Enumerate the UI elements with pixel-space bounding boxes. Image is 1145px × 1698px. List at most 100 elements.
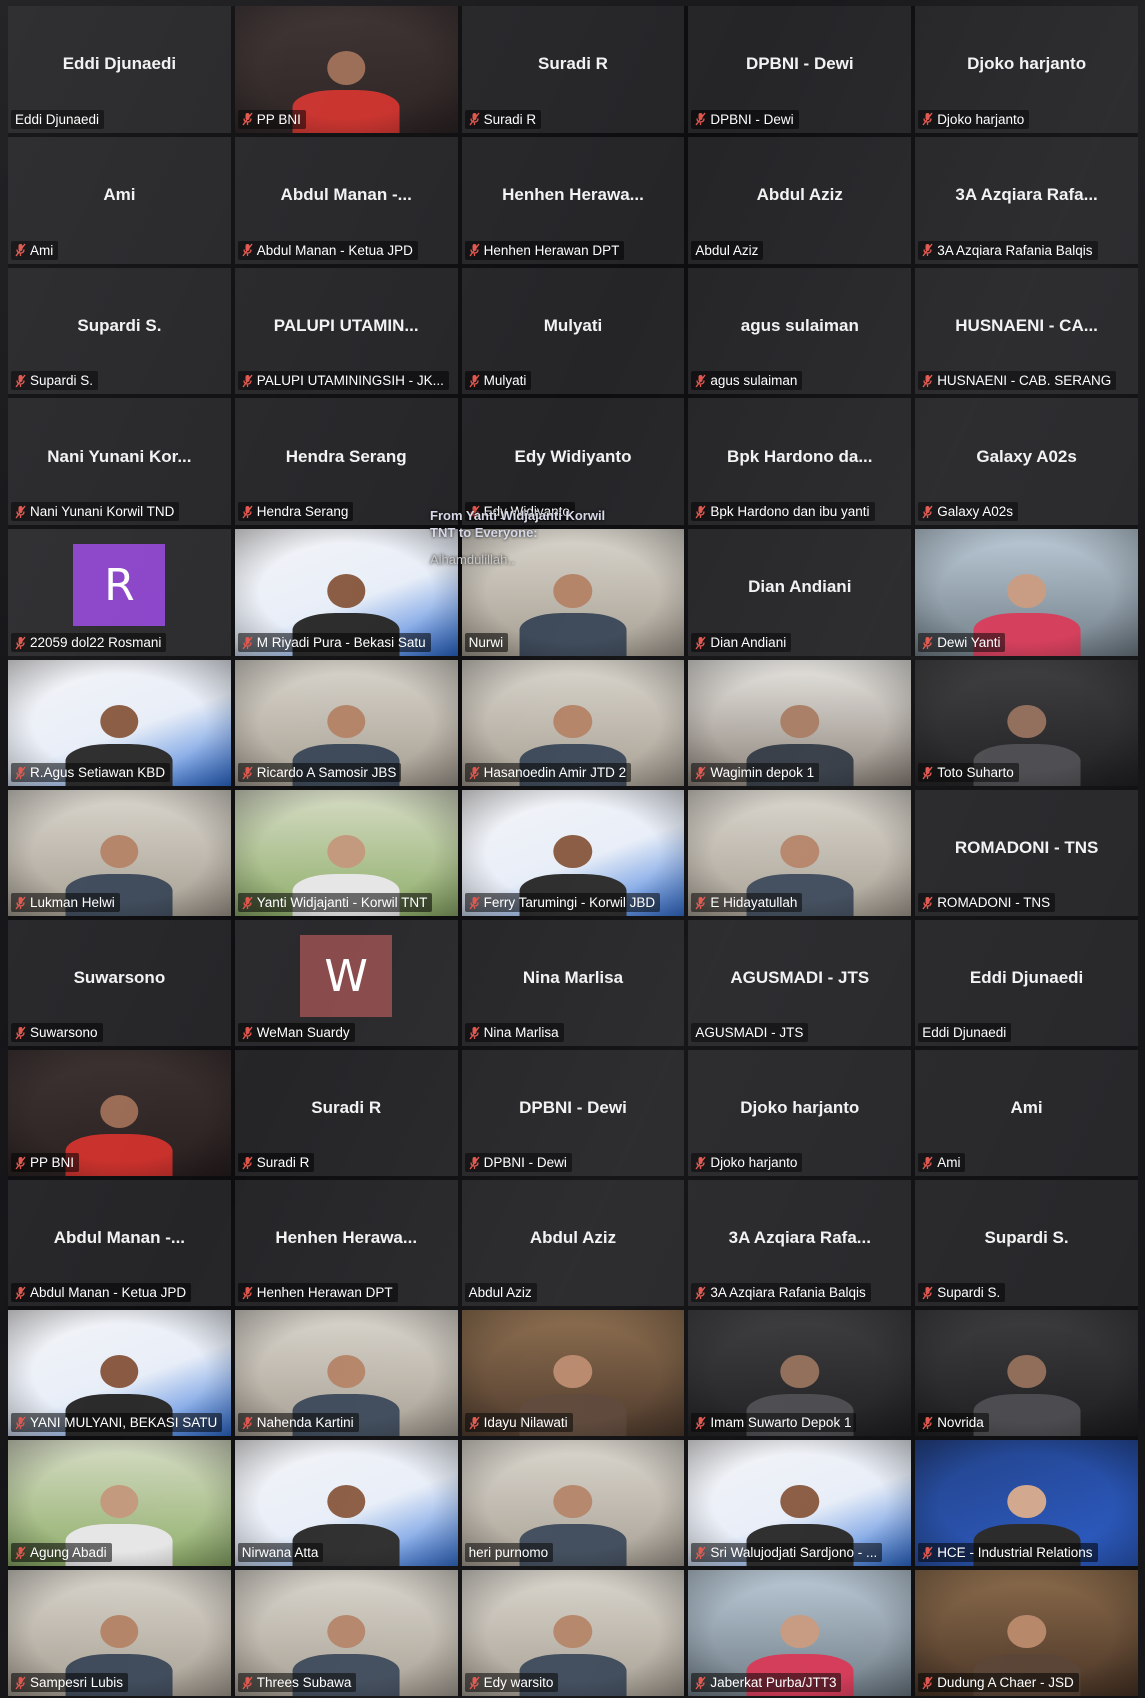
participant-name-label: Hendra Serang: [237, 502, 354, 522]
participant-tile[interactable]: Imam Suwarto Depok 1: [688, 1310, 912, 1436]
participant-name-label: Hasanoedin Amir JTD 2: [464, 763, 632, 782]
participant-tile[interactable]: Supardi S. Supardi S.: [915, 1180, 1138, 1306]
mic-muted-icon: [15, 505, 26, 519]
participant-tile[interactable]: Hasanoedin Amir JTD 2: [461, 660, 685, 786]
participant-tile[interactable]: Ami Ami: [8, 136, 231, 264]
participant-tile[interactable]: Nina Marlisa Nina Marlisa: [461, 920, 685, 1046]
mic-muted-icon: [15, 1156, 26, 1169]
mic-muted-icon: [15, 766, 26, 779]
participant-tile[interactable]: Djoko harjanto Djoko harjanto: [915, 6, 1138, 133]
participant-tile[interactable]: Idayu Nilawati: [461, 1310, 685, 1436]
participant-tile[interactable]: Nani Yunani Kor... Nani Yunani Korwil TND: [8, 398, 231, 526]
participant-tile[interactable]: Eddi Djunaedi Eddi Djunaedi: [8, 6, 231, 133]
participant-tile[interactable]: Abdul Aziz Abdul Aziz: [461, 1180, 685, 1306]
participant-tile[interactable]: Suradi R Suradi R: [234, 1050, 458, 1176]
participant-tile[interactable]: Dian Andiani Dian Andiani: [688, 529, 912, 656]
participant-tile[interactable]: heri purnomo: [461, 1440, 685, 1566]
participant-name-text: Nina Marlisa: [483, 1025, 559, 1040]
participant-tile[interactable]: Djoko harjanto Djoko harjanto: [688, 1050, 912, 1176]
participant-name-text: Dian Andiani: [710, 635, 787, 650]
participant-tile[interactable]: Wagimin depok 1: [688, 660, 912, 786]
participant-tile[interactable]: Nirwana Atta: [234, 1440, 458, 1566]
participant-tile[interactable]: Ricardo A Samosir JBS: [234, 660, 458, 786]
mic-muted-icon: [695, 636, 706, 649]
participant-name-text: Hasanoedin Amir JTD 2: [483, 765, 627, 780]
participant-tile[interactable]: Toto Suharto: [915, 660, 1138, 786]
participant-tile[interactable]: Abdul Manan -... Abdul Manan - Ketua JPD: [234, 136, 458, 264]
mic-muted-icon: [469, 766, 480, 779]
participant-tile[interactable]: Edy warsito: [461, 1570, 685, 1696]
participant-display-name: Galaxy A02s: [976, 446, 1077, 466]
mic-muted-icon: [15, 1026, 26, 1039]
participant-tile[interactable]: Nahenda Kartini: [234, 1310, 458, 1436]
participant-tile[interactable]: HCE - Industrial Relations: [915, 1440, 1138, 1566]
participant-tile[interactable]: Mulyati Mulyati: [461, 267, 685, 395]
participant-name-text: PP BNI: [256, 111, 301, 127]
participant-tile[interactable]: Novrida: [915, 1310, 1138, 1436]
participant-tile[interactable]: E Hidayatullah: [688, 790, 912, 916]
participant-tile[interactable]: Dewi Yanti: [915, 529, 1138, 656]
participant-tile[interactable]: Abdul Aziz Abdul Aziz: [688, 136, 912, 264]
participant-tile[interactable]: DPBNI - Dewi DPBNI - Dewi: [461, 1050, 685, 1176]
participant-name-text: Idayu Nilawati: [483, 1415, 568, 1430]
participant-tile[interactable]: Galaxy A02s Galaxy A02s: [915, 398, 1138, 526]
participant-tile[interactable]: Ami Ami: [915, 1050, 1138, 1176]
participant-tile[interactable]: Agung Abadi: [8, 1440, 231, 1566]
participant-name-text: E Hidayatullah: [710, 895, 798, 910]
participant-name-label: Abdul Aziz: [464, 1283, 537, 1302]
participant-tile[interactable]: HUSNAENI - CA... HUSNAENI - CAB. SERANG: [915, 267, 1138, 395]
participant-tile[interactable]: DPBNI - Dewi DPBNI - Dewi: [688, 6, 912, 133]
participant-tile[interactable]: YANI MULYANI, BEKASI SATU: [8, 1310, 231, 1436]
participant-name-label: Ricardo A Samosir JBS: [237, 763, 402, 782]
participant-display-name: Abdul Aziz: [756, 184, 843, 204]
participant-tile[interactable]: 3A Azqiara Rafa... 3A Azqiara Rafania Bal…: [915, 136, 1138, 264]
participant-tile[interactable]: Sampesri Lubis: [8, 1570, 231, 1696]
participant-tile[interactable]: Bpk Hardono da... Bpk Hardono dan ibu yan…: [688, 398, 912, 526]
participant-tile[interactable]: 3A Azqiara Rafa... 3A Azqiara Rafania Bal…: [688, 1180, 912, 1306]
participant-tile[interactable]: Supardi S. Supardi S.: [8, 267, 231, 395]
mic-muted-icon: [922, 1676, 933, 1689]
participant-tile[interactable]: AGUSMADI - JTS AGUSMADI - JTS: [688, 920, 912, 1046]
participant-name-text: DPBNI - Dewi: [710, 111, 794, 127]
participant-tile[interactable]: Hendra Serang Hendra Serang: [234, 398, 458, 526]
participant-tile[interactable]: W WeMan Suardy: [234, 920, 458, 1046]
participant-tile[interactable]: R 22059 dol22 Rosmani: [8, 529, 231, 656]
participant-tile[interactable]: Sri Walujodjati Sardjono - ...: [688, 1440, 912, 1566]
mic-muted-icon: [469, 1676, 480, 1689]
participant-name-label: Nina Marlisa: [464, 1023, 564, 1042]
participant-tile[interactable]: Dudung A Chaer - JSD: [915, 1570, 1138, 1696]
participant-tile[interactable]: Yanti Widjajanti - Korwil TNT: [234, 790, 458, 916]
participant-name-label: Suradi R: [464, 109, 542, 129]
participant-tile[interactable]: Henhen Herawa... Henhen Herawan DPT: [234, 1180, 458, 1306]
avatar: W: [300, 935, 393, 1018]
participant-name-label: Djoko harjanto: [918, 109, 1030, 129]
participant-tile[interactable]: ROMADONI - TNS ROMADONI - TNS: [915, 790, 1138, 916]
participant-tile[interactable]: Abdul Manan -... Abdul Manan - Ketua JPD: [8, 1180, 231, 1306]
participant-name-text: Supardi S.: [937, 1285, 1001, 1300]
participant-tile[interactable]: PP BNI: [8, 1050, 231, 1176]
participant-tile[interactable]: PP BNI: [234, 6, 458, 133]
participant-tile[interactable]: Jaberkat Purba/JTT3: [688, 1570, 912, 1696]
participant-name-text: Ricardo A Samosir JBS: [256, 765, 397, 780]
participant-tile[interactable]: M Riyadi Pura - Bekasi Satu: [234, 529, 458, 656]
participant-name-label: heri purnomo: [464, 1543, 554, 1562]
mic-muted-icon: [469, 374, 480, 388]
mic-muted-icon: [695, 1286, 706, 1299]
participant-tile[interactable]: Eddi Djunaedi Eddi Djunaedi: [915, 920, 1138, 1046]
mic-muted-icon: [469, 243, 480, 257]
participant-tile[interactable]: Ferry Tarumingi - Korwil JBD: [461, 790, 685, 916]
participant-tile[interactable]: Henhen Herawa... Henhen Herawan DPT: [461, 136, 685, 264]
participant-tile[interactable]: R.Agus Setiawan KBD: [8, 660, 231, 786]
participant-tile[interactable]: Threes Subawa: [234, 1570, 458, 1696]
participant-name-text: Henhen Herawan DPT: [256, 1285, 393, 1300]
participant-tile[interactable]: Suwarsono Suwarsono: [8, 920, 231, 1046]
participant-tile[interactable]: Lukman Helwi: [8, 790, 231, 916]
participant-name-label: Ami: [11, 240, 59, 260]
participant-tile[interactable]: agus sulaiman agus sulaiman: [688, 267, 912, 395]
participant-name-label: Djoko harjanto: [691, 1153, 803, 1172]
participant-tile[interactable]: Suradi R Suradi R: [461, 6, 685, 133]
participant-name-text: Dudung A Chaer - JSD: [937, 1675, 1074, 1690]
participant-tile[interactable]: PALUPI UTAMIN... PALUPI UTAMININGSIH - JK…: [234, 267, 458, 395]
mic-muted-icon: [922, 1546, 933, 1559]
participant-name-label: 3A Azqiara Rafania Balqis: [691, 1283, 871, 1302]
